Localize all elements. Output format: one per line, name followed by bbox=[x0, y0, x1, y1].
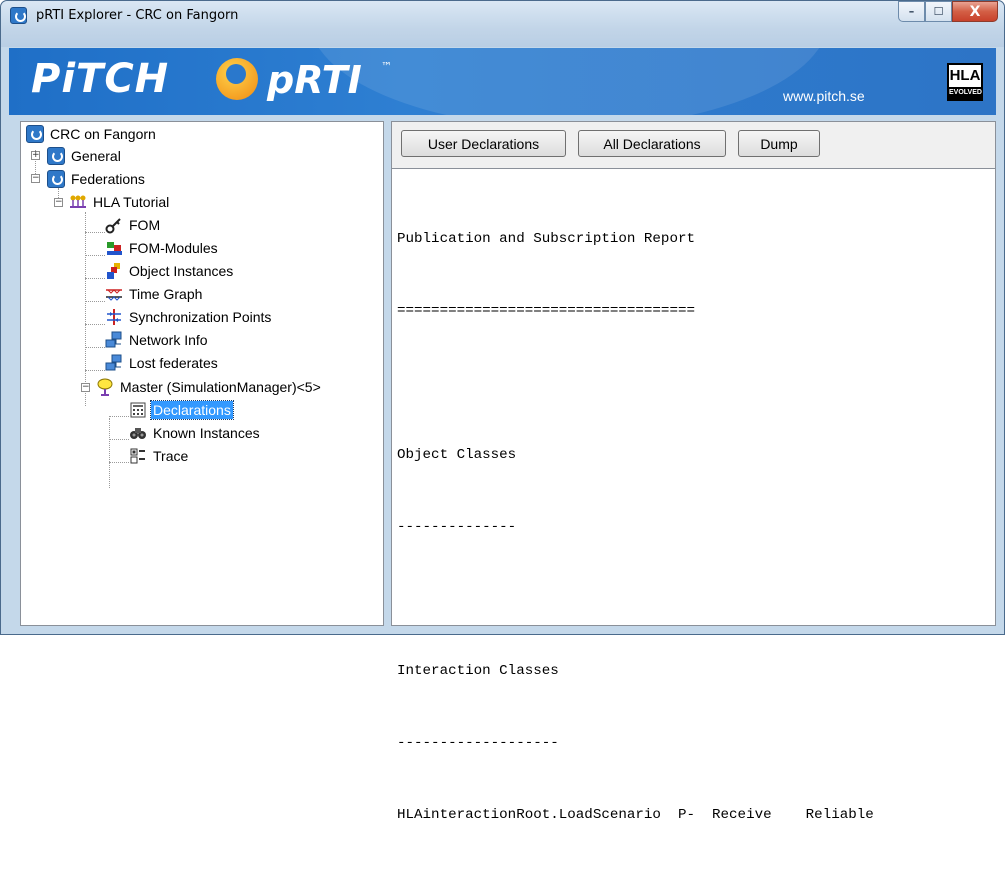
collapse-icon[interactable]: − bbox=[81, 383, 90, 392]
tree-connector bbox=[85, 232, 105, 233]
modules-icon bbox=[105, 239, 123, 257]
tree-connector bbox=[85, 301, 105, 302]
report-line: ​ bbox=[397, 371, 995, 395]
trademark-symbol: ™ bbox=[381, 60, 392, 73]
tree-item-time-graph[interactable]: Time Graph bbox=[105, 284, 204, 304]
tree-item-trace[interactable]: Trace bbox=[129, 446, 190, 466]
prti-icon bbox=[47, 170, 65, 188]
tree-connector bbox=[85, 324, 105, 325]
tree-item-label: FOM-Modules bbox=[129, 240, 218, 256]
tree-item-label: FOM bbox=[129, 217, 161, 233]
tree-item-label: Time Graph bbox=[129, 286, 203, 302]
all-declarations-button[interactable]: All Declarations bbox=[578, 130, 726, 157]
tree-item-object-instances[interactable]: Object Instances bbox=[105, 261, 235, 281]
app-icon[interactable] bbox=[10, 7, 27, 24]
tree-item-network-info[interactable]: Network Info bbox=[105, 330, 210, 350]
tree-item-label: General bbox=[71, 148, 121, 164]
tree-connector bbox=[85, 278, 105, 279]
collapse-icon[interactable]: − bbox=[31, 174, 40, 183]
prti-icon bbox=[26, 125, 44, 143]
website-url: www.pitch.se bbox=[783, 88, 865, 104]
lost-federates-icon bbox=[105, 354, 123, 372]
tree-item-label: Object Instances bbox=[129, 263, 234, 279]
trace-icon bbox=[129, 447, 147, 465]
tree-item-federations[interactable]: Federations bbox=[47, 169, 147, 189]
tree-item-label: Declarations bbox=[150, 400, 234, 420]
tree-item-label: Known Instances bbox=[153, 425, 260, 441]
app-window: pRTI Explorer - CRC on Fangorn – ☐ X PiT… bbox=[0, 0, 1005, 823]
minimize-button[interactable]: – bbox=[898, 1, 925, 22]
federate-icon bbox=[96, 378, 114, 396]
hla-badge-top: HLA bbox=[949, 67, 981, 84]
tree-connector bbox=[85, 370, 105, 371]
tree-item-declarations[interactable]: Declarations bbox=[129, 400, 234, 420]
brand-banner: PiTCH pRTI ™ www.pitch.se HLA EVOLVED bbox=[9, 48, 996, 115]
tree-item-synchronization-points[interactable]: Synchronization Points bbox=[105, 307, 273, 327]
tree-item-label: CRC on Fangorn bbox=[50, 126, 156, 142]
hla-evolved-badge: HLA EVOLVED bbox=[947, 63, 983, 101]
binoculars-icon bbox=[129, 424, 147, 442]
time-graph-icon bbox=[105, 285, 123, 303]
report-line: =================================== bbox=[397, 303, 695, 319]
federation-icon bbox=[69, 193, 87, 211]
tree-item-master[interactable]: Master (SimulationManager)<5> bbox=[96, 377, 323, 397]
tree-item-label: Trace bbox=[153, 448, 189, 464]
tree-connector bbox=[109, 439, 129, 440]
window-title: pRTI Explorer - CRC on Fangorn bbox=[36, 8, 239, 23]
report-line: Object Classes bbox=[397, 447, 517, 463]
prti-logo: pRTI bbox=[267, 58, 362, 102]
report-line: ​ bbox=[397, 587, 995, 611]
tree-item-known-instances[interactable]: Known Instances bbox=[129, 423, 262, 443]
prti-icon bbox=[47, 147, 65, 165]
tree-connector bbox=[109, 416, 129, 417]
report-line: Publication and Subscription Report bbox=[397, 231, 695, 247]
tree-item-fom[interactable]: FOM bbox=[105, 215, 162, 235]
key-icon bbox=[105, 216, 123, 234]
tree-item-fom-modules[interactable]: FOM-Modules bbox=[105, 238, 220, 258]
tree-item-label: Federations bbox=[71, 171, 145, 187]
pitch-logo: PiTCH bbox=[31, 56, 170, 102]
tree-connector bbox=[85, 347, 105, 348]
maximize-button[interactable]: ☐ bbox=[925, 1, 952, 22]
close-button[interactable]: X bbox=[952, 1, 998, 22]
hla-badge-bottom: EVOLVED bbox=[949, 87, 982, 99]
title-bar[interactable]: pRTI Explorer - CRC on Fangorn – ☐ X bbox=[1, 1, 1004, 47]
tree-item-label: Master (SimulationManager)<5> bbox=[120, 379, 321, 395]
tree-item-root[interactable]: CRC on Fangorn bbox=[26, 124, 158, 144]
report-line: ------------------- bbox=[397, 735, 559, 751]
declarations-panel: User Declarations All Declarations Dump … bbox=[391, 121, 996, 823]
declarations-report[interactable]: Publication and Subscription Report ====… bbox=[392, 168, 995, 823]
expand-icon[interactable]: + bbox=[31, 151, 40, 160]
tree-item-hla-tutorial[interactable]: HLA Tutorial bbox=[69, 192, 171, 212]
tree-item-general[interactable]: General bbox=[47, 146, 123, 166]
user-declarations-button[interactable]: User Declarations bbox=[401, 130, 566, 157]
sync-points-icon bbox=[105, 308, 123, 326]
tree-connector bbox=[85, 212, 86, 406]
tree-item-label: Lost federates bbox=[129, 355, 218, 371]
window-controls: – ☐ X bbox=[898, 1, 998, 22]
tree-item-label: Synchronization Points bbox=[129, 309, 272, 325]
dump-button[interactable]: Dump bbox=[738, 130, 820, 157]
tree-item-label: HLA Tutorial bbox=[93, 194, 170, 210]
tree-item-label: Network Info bbox=[129, 332, 208, 348]
navigation-tree[interactable]: CRC on Fangorn + General − Federations −… bbox=[20, 121, 384, 626]
objects-icon bbox=[105, 262, 123, 280]
banner-decoration bbox=[309, 48, 829, 115]
declarations-icon bbox=[129, 401, 147, 419]
network-icon bbox=[105, 331, 123, 349]
tree-connector bbox=[109, 418, 110, 488]
pitch-swirl-icon bbox=[216, 58, 258, 100]
report-line: HLAinteractionRoot.LoadScenario P- Recei… bbox=[397, 807, 874, 823]
report-line: Interaction Classes bbox=[397, 663, 559, 679]
tree-connector bbox=[85, 255, 105, 256]
collapse-icon[interactable]: − bbox=[54, 198, 63, 207]
tree-connector bbox=[109, 462, 129, 463]
report-line: -------------- bbox=[397, 519, 517, 535]
tree-item-lost-federates[interactable]: Lost federates bbox=[105, 353, 220, 373]
